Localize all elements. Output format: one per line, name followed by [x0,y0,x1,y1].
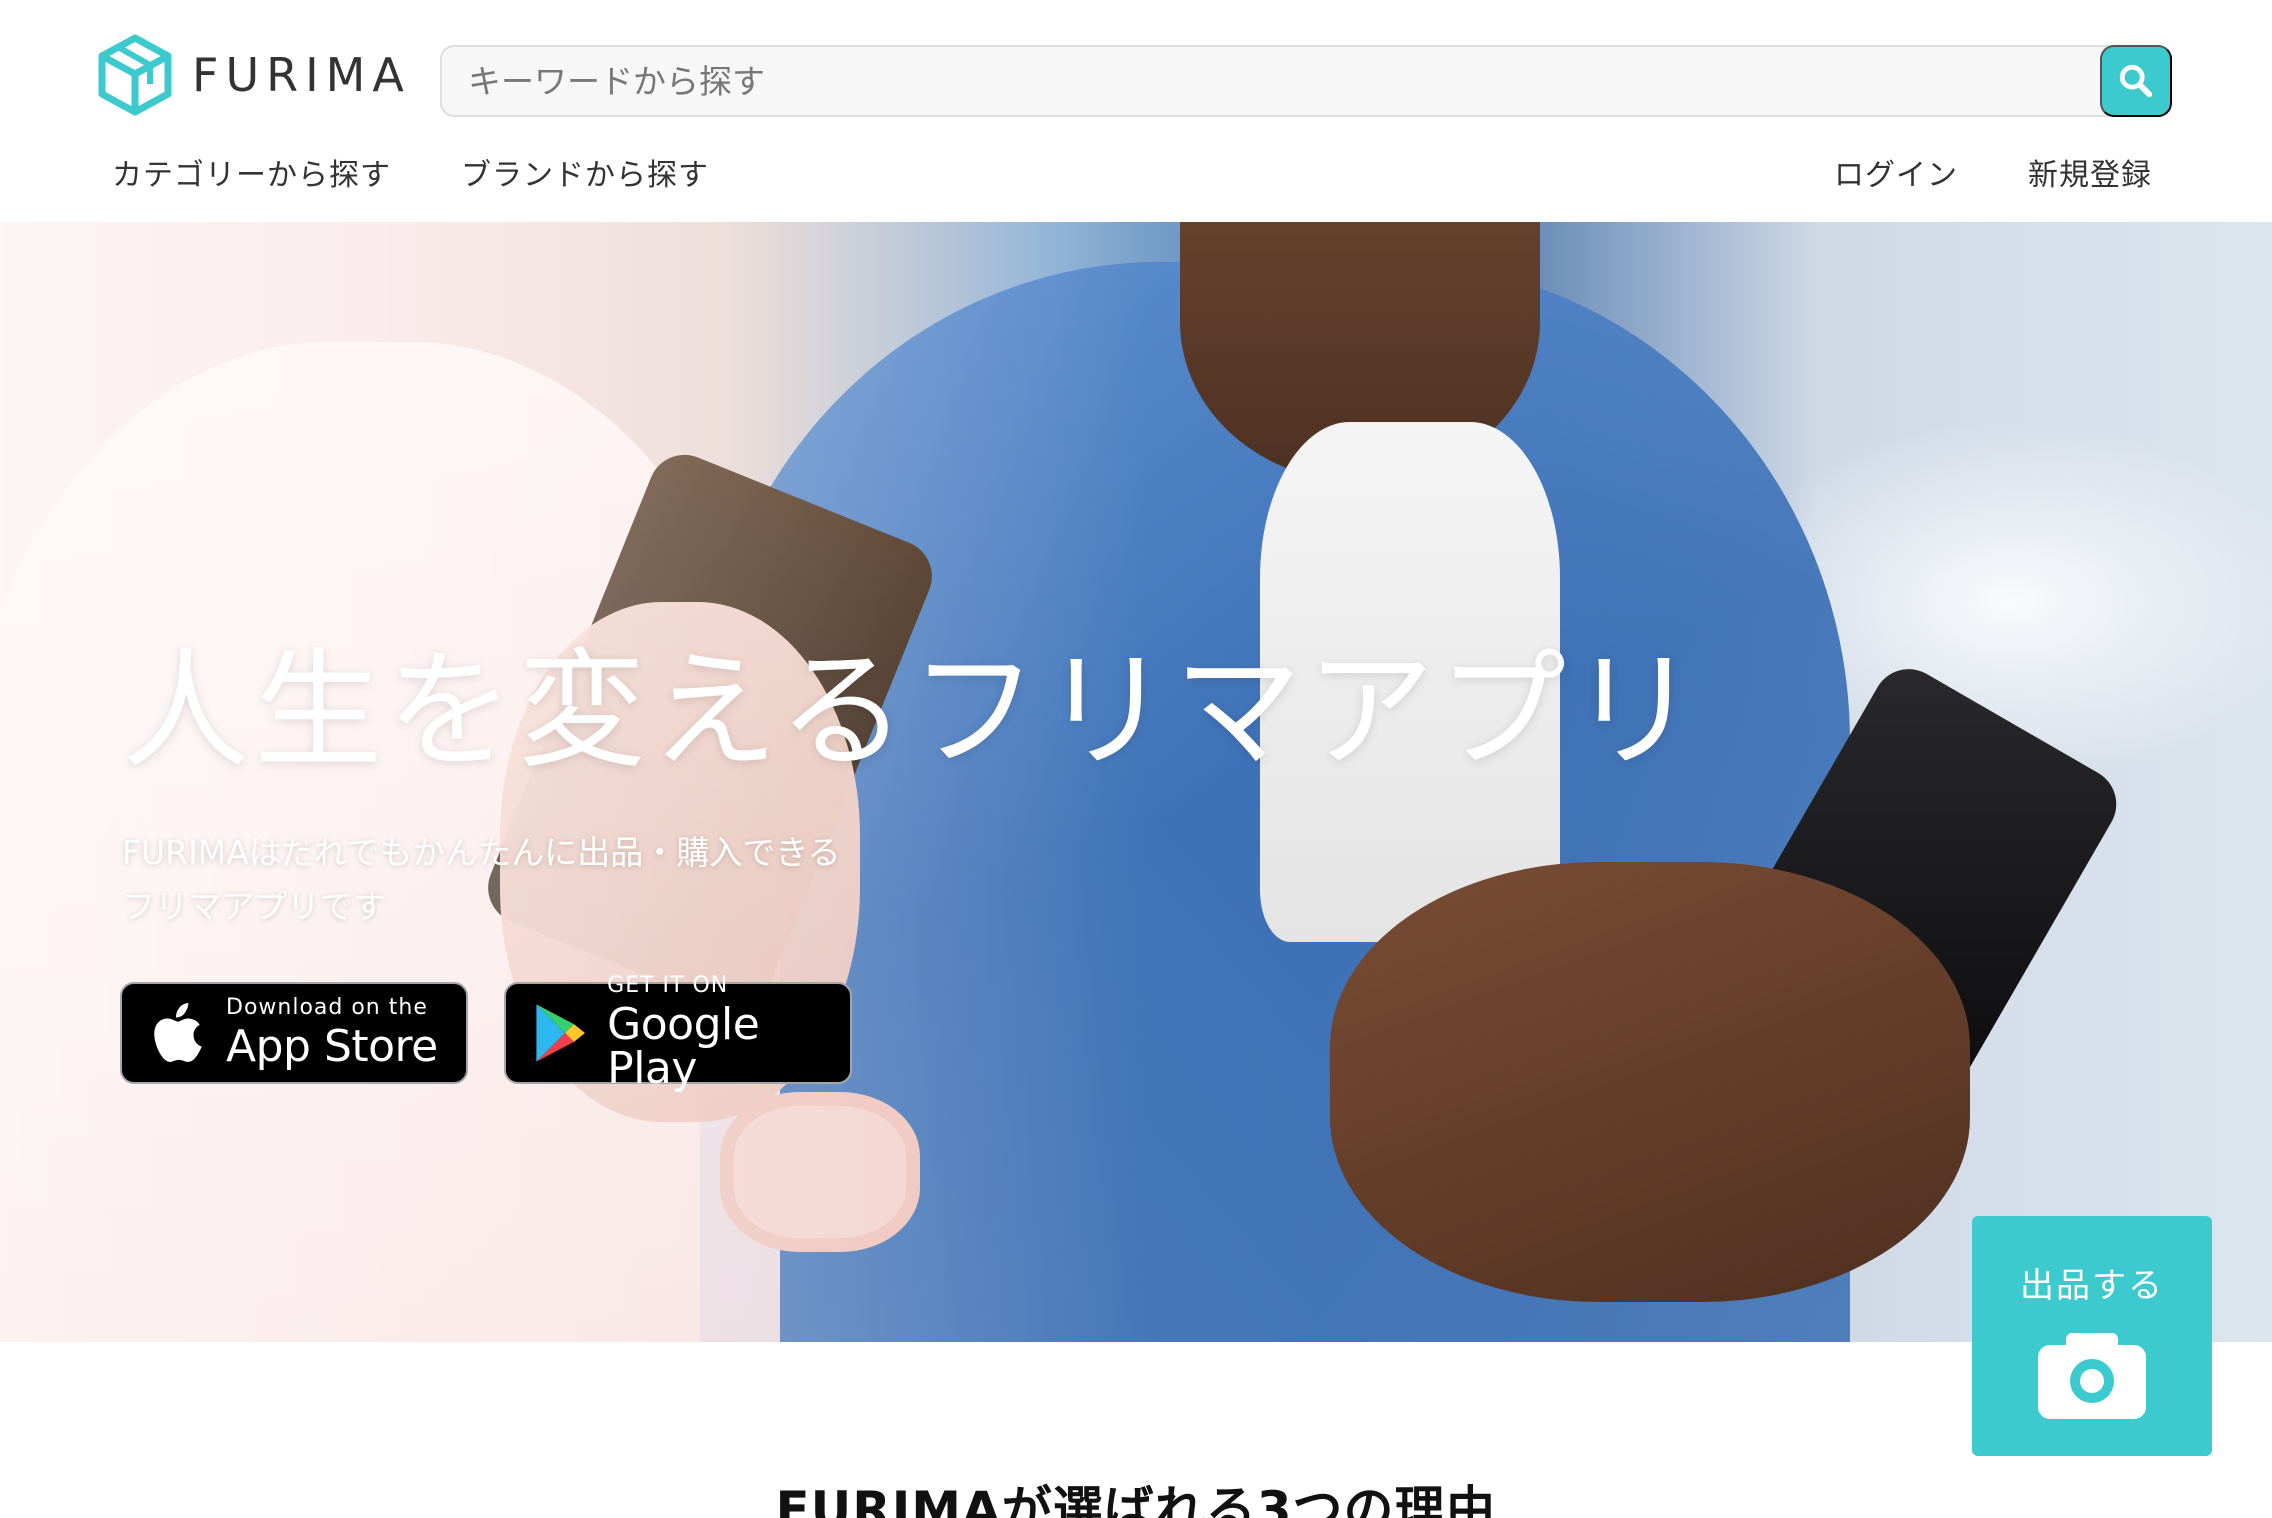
google-play-icon [536,1004,585,1062]
logo-link[interactable]: FURIMA [98,34,411,116]
header: FURIMA カテゴリーから探す ブランドから探す ログイン 新規登録 [0,0,2272,222]
sell-button-label: 出品する [2020,1266,2164,1306]
google-play-small-text: GET IT ON [607,973,729,998]
hero-subtitle-line2: フリマアプリです [122,887,386,926]
hero-banner: 人生を変えるフリマアプリ FURIMAはだれでもかんたんに出品・購入できる フリ… [0,222,2272,1342]
search-button[interactable] [2100,45,2172,117]
login-link[interactable]: ログイン [1834,150,1958,194]
hero-title: 人生を変えるフリマアプリ [122,637,1703,786]
apple-icon [154,1003,202,1062]
category-nav: カテゴリーから探す ブランドから探す [112,150,709,194]
logo-text: FURIMA [192,48,411,102]
search-icon [2119,64,2153,98]
hero-subtitle-line1: FURIMAはだれでもかんたんに出品・購入できる [122,833,841,872]
sell-button[interactable]: 出品する [1972,1216,2212,1456]
google-play-big-text: Google Play [607,999,760,1094]
search-bar [440,45,2172,117]
hero-subtitle: FURIMAはだれでもかんたんに出品・購入できる フリマアプリです [122,826,1022,934]
nav-brand-link[interactable]: ブランドから探す [461,150,709,194]
search-input[interactable] [442,47,2170,115]
signup-link[interactable]: 新規登録 [2028,150,2152,194]
section-title: FURIMAが選ばれる3つの理由 [775,1481,1497,1518]
account-nav: ログイン 新規登録 [1834,150,2152,194]
cube-logo-icon [98,34,172,116]
camera-icon [2038,1333,2146,1419]
app-store-big-text: App Store [226,1021,438,1072]
nav-category-link[interactable]: カテゴリーから探す [112,150,391,194]
google-play-button[interactable]: GET IT ON Google Play [504,975,852,1091]
page: FURIMA カテゴリーから探す ブランドから探す ログイン 新規登録 [0,0,2272,1518]
app-store-small-text: Download on the [226,995,428,1020]
app-store-button[interactable]: Download on the App Store [120,982,468,1084]
hero-photo-hand-right [1330,862,1970,1302]
